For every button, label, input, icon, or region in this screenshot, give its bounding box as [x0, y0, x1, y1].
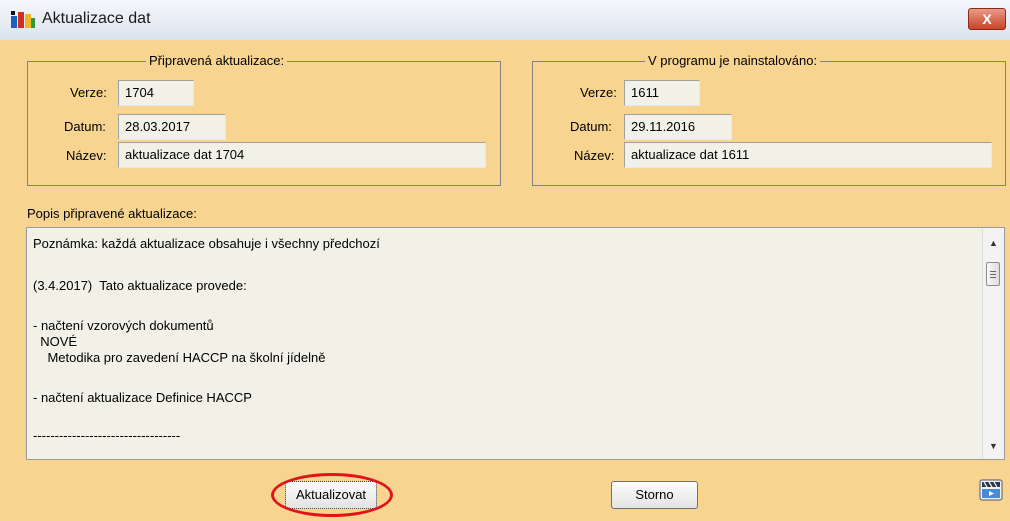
description-line: - načtení aktualizace Definice HACCP: [33, 390, 252, 405]
installed-name-field: aktualizace dat 1611: [624, 142, 992, 168]
description-label: Popis připravené aktualizace:: [27, 206, 197, 221]
description-line: NOVÉ: [33, 334, 78, 349]
description-line: - načtení vzorových dokumentů: [33, 318, 214, 333]
prepared-version-field: 1704: [118, 80, 194, 106]
installed-version-field: 1611: [624, 80, 700, 106]
app-logo-icon: [11, 11, 35, 28]
description-line: [33, 252, 973, 278]
prepared-date-label: Datum:: [64, 119, 106, 134]
installed-version-label: Verze:: [580, 85, 617, 100]
window-title: Aktualizace dat: [42, 10, 151, 27]
scroll-down-arrow-icon[interactable]: ▼: [983, 437, 1004, 455]
close-button[interactable]: X: [968, 8, 1006, 30]
description-line: Metodika pro zavedení HACCP na školní jí…: [33, 350, 326, 365]
description-text: Poznámka: každá aktualizace obsahuje i v…: [33, 236, 973, 444]
description-textarea[interactable]: Poznámka: každá aktualizace obsahuje i v…: [26, 227, 1005, 460]
description-line: Poznámka: každá aktualizace obsahuje i v…: [33, 236, 380, 251]
prepared-name-field: aktualizace dat 1704: [118, 142, 486, 168]
installed-date-label: Datum:: [570, 119, 612, 134]
cancel-button-label: Storno: [635, 487, 674, 502]
clapperboard-icon[interactable]: [979, 479, 1003, 501]
update-button-label: Aktualizovat: [295, 487, 367, 502]
installed-date-field: 29.11.2016: [624, 114, 732, 140]
scroll-thumb[interactable]: [986, 262, 1000, 286]
description-line: ----------------------------------: [33, 428, 181, 443]
prepared-version-label: Verze:: [70, 85, 107, 100]
prepared-date-field: 28.03.2017: [118, 114, 226, 140]
dialog-body: Připravená aktualizace: Verze: 1704 Datu…: [0, 40, 1010, 521]
scroll-up-arrow-icon[interactable]: ▲: [983, 234, 1004, 252]
cancel-button[interactable]: Storno: [611, 481, 698, 509]
description-scrollbar[interactable]: ▲ ▼: [982, 228, 1004, 459]
prepared-name-label: Název:: [66, 148, 107, 163]
window-titlebar: Aktualizace dat X: [0, 0, 1010, 41]
description-line: [33, 366, 973, 390]
description-line: [33, 406, 973, 428]
installed-name-label: Název:: [574, 148, 615, 163]
close-icon: X: [982, 11, 992, 27]
description-line: (3.4.2017) Tato aktualizace provede:: [33, 278, 247, 293]
installed-legend: V programu je nainstalováno:: [645, 53, 821, 69]
update-button[interactable]: Aktualizovat: [285, 481, 377, 509]
prepared-update-legend: Připravená aktualizace:: [146, 53, 288, 69]
description-line: [33, 294, 973, 318]
